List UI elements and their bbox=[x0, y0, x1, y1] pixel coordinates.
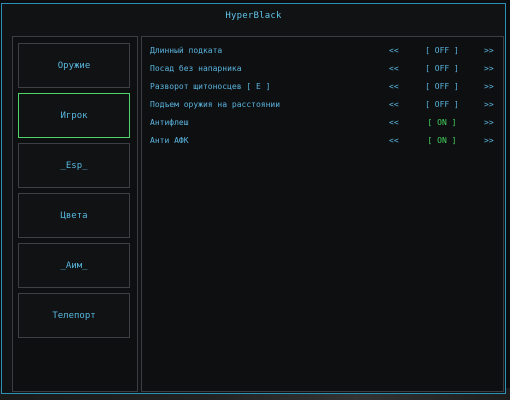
option-row: Посад без напарника << [ OFF ] >> bbox=[150, 62, 500, 76]
tab-teleport[interactable]: Телепорт bbox=[18, 293, 130, 338]
option-label: Антифлеш bbox=[150, 118, 189, 127]
tab-label: Цвета bbox=[60, 210, 88, 221]
prev-arrow-button[interactable]: << bbox=[389, 98, 399, 112]
option-row: Длинный подката << [ OFF ] >> bbox=[150, 44, 500, 58]
prev-arrow-button[interactable]: << bbox=[389, 44, 399, 58]
tab-player[interactable]: Игрок bbox=[18, 93, 130, 138]
tab-label: Оружие bbox=[57, 60, 91, 71]
option-label: Посад без напарника bbox=[150, 64, 242, 73]
next-arrow-button[interactable]: >> bbox=[484, 44, 494, 58]
prev-arrow-button[interactable]: << bbox=[389, 62, 399, 76]
option-label: Подъем оружия на расстоянии bbox=[150, 100, 281, 109]
option-label: Анти АФК bbox=[150, 136, 189, 145]
option-label: Разворот щитоносцев [ E ] bbox=[150, 82, 271, 91]
option-value-toggle[interactable]: [ OFF ] bbox=[418, 98, 466, 112]
prev-arrow-button[interactable]: << bbox=[389, 116, 399, 130]
option-value-toggle[interactable]: [ ON ] bbox=[418, 134, 466, 148]
prev-arrow-button[interactable]: << bbox=[389, 134, 399, 148]
window-title: HyperBlack bbox=[225, 11, 282, 21]
next-arrow-button[interactable]: >> bbox=[484, 62, 494, 76]
options-panel: Длинный подката << [ OFF ] >> Посад без … bbox=[141, 36, 504, 392]
option-row: Разворот щитоносцев [ E ] << [ OFF ] >> bbox=[150, 80, 500, 94]
tab-esp[interactable]: _Esp_ bbox=[18, 143, 130, 188]
option-value-toggle[interactable]: [ OFF ] bbox=[418, 80, 466, 94]
option-row: Анти АФК << [ ON ] >> bbox=[150, 134, 500, 148]
tab-aim[interactable]: _Aим_ bbox=[18, 243, 130, 288]
tab-label: _Esp_ bbox=[60, 160, 88, 171]
option-row: Антифлеш << [ ON ] >> bbox=[150, 116, 500, 130]
option-value-toggle[interactable]: [ OFF ] bbox=[418, 44, 466, 58]
option-row: Подъем оружия на расстоянии << [ OFF ] >… bbox=[150, 98, 500, 112]
cheat-menu-window: HyperBlack Оружие Игрок _Esp_ Цвета _Aим… bbox=[1, 3, 506, 394]
tab-weapons[interactable]: Оружие bbox=[18, 43, 130, 88]
next-arrow-button[interactable]: >> bbox=[484, 134, 494, 148]
tab-label: Игрок bbox=[60, 110, 88, 121]
sidebar: Оружие Игрок _Esp_ Цвета _Aим_ Телепорт bbox=[12, 36, 138, 392]
tab-colors[interactable]: Цвета bbox=[18, 193, 130, 238]
option-value-toggle[interactable]: [ ON ] bbox=[418, 116, 466, 130]
next-arrow-button[interactable]: >> bbox=[484, 80, 494, 94]
prev-arrow-button[interactable]: << bbox=[389, 80, 399, 94]
next-arrow-button[interactable]: >> bbox=[484, 116, 494, 130]
option-label: Длинный подката bbox=[150, 46, 223, 55]
option-value-toggle[interactable]: [ OFF ] bbox=[418, 62, 466, 76]
next-arrow-button[interactable]: >> bbox=[484, 98, 494, 112]
tab-label: _Aим_ bbox=[60, 260, 88, 271]
tab-label: Телепорт bbox=[52, 310, 96, 321]
